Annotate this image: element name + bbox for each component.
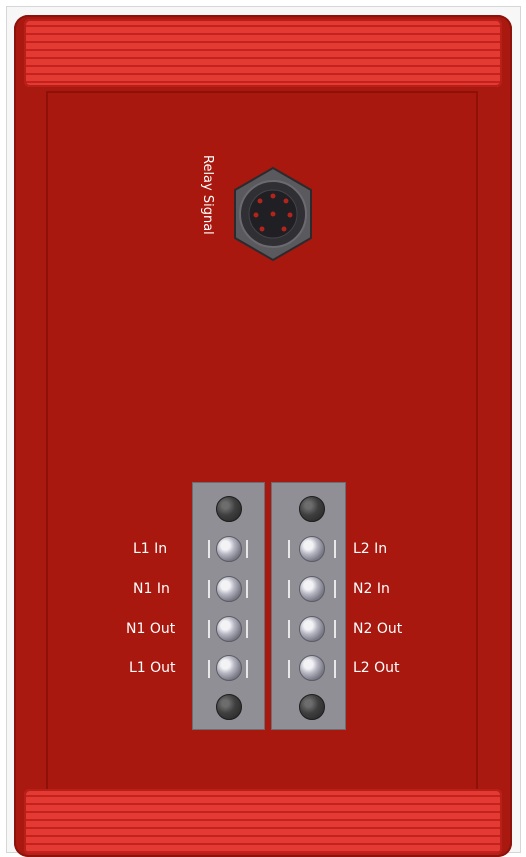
screw-icon: [299, 536, 325, 562]
screw-icon: [216, 694, 242, 720]
relay-connector-icon: [234, 166, 312, 262]
terminal-slot: [334, 660, 336, 678]
terminal-slot: [288, 580, 290, 598]
terminal-label-l2-in: L2 In: [353, 541, 388, 557]
screw-icon: [216, 616, 242, 642]
terminal-slot: [246, 580, 248, 598]
screw-icon: [216, 496, 242, 522]
screw-icon: [216, 655, 242, 681]
screw-icon: [216, 536, 242, 562]
screw-icon: [299, 694, 325, 720]
terminal-slot: [208, 660, 210, 678]
terminal-slot: [334, 540, 336, 558]
terminal-slot: [334, 580, 336, 598]
terminal-label-l2-out: L2 Out: [353, 660, 400, 676]
top-cap: [24, 19, 502, 87]
terminal-label-l1-in: L1 In: [133, 541, 168, 557]
terminal-slot: [246, 620, 248, 638]
relay-signal-connector: [225, 166, 321, 262]
relay-signal-label: Relay Signal: [200, 155, 215, 235]
screw-icon: [299, 496, 325, 522]
terminal-label-n2-in: N2 In: [353, 581, 390, 597]
terminal-slot: [246, 660, 248, 678]
terminal-slot: [246, 540, 248, 558]
screw-icon: [216, 576, 242, 602]
terminal-label-n1-out: N1 Out: [126, 621, 176, 637]
terminal-slot: [208, 620, 210, 638]
terminal-slot: [208, 540, 210, 558]
screw-icon: [299, 576, 325, 602]
screw-icon: [299, 655, 325, 681]
terminal-slot: [288, 540, 290, 558]
bottom-cap: [24, 789, 502, 855]
terminal-slot: [208, 580, 210, 598]
terminal-label-n2-out: N2 Out: [353, 621, 403, 637]
relay-enclosure: [14, 15, 512, 857]
terminal-slot: [334, 620, 336, 638]
terminal-label-n1-in: N1 In: [133, 581, 170, 597]
terminal-slot: [288, 660, 290, 678]
terminal-slot: [288, 620, 290, 638]
terminal-label-l1-out: L1 Out: [129, 660, 176, 676]
screw-icon: [299, 616, 325, 642]
